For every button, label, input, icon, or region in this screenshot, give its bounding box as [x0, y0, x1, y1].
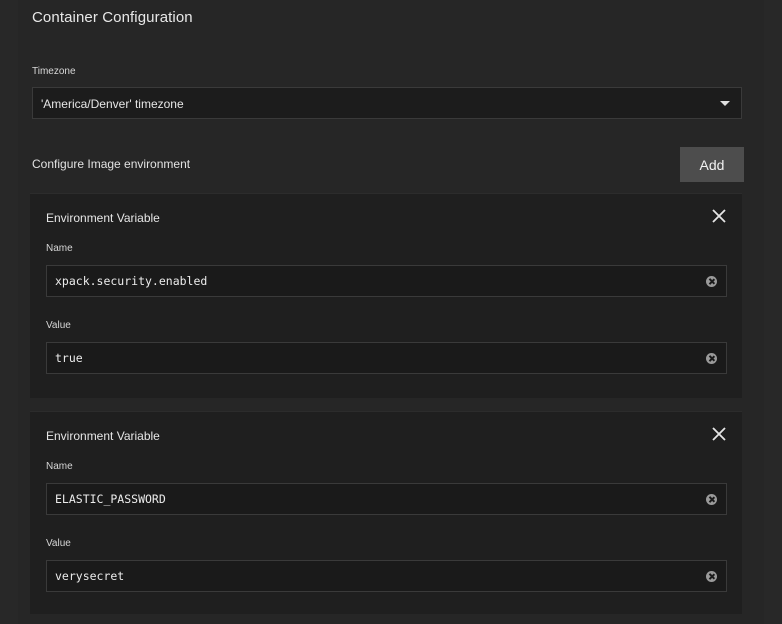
env-value-field[interactable] [46, 560, 727, 592]
clear-icon[interactable] [706, 494, 717, 505]
env-value-input[interactable] [47, 343, 687, 373]
clear-icon[interactable] [706, 353, 717, 364]
timezone-label: Timezone [32, 66, 76, 77]
timezone-select[interactable]: 'America/Denver' timezone [32, 87, 742, 119]
env-name-label: Name [46, 461, 73, 472]
close-icon[interactable] [710, 425, 728, 443]
env-value-field[interactable] [46, 342, 727, 374]
section-title: Container Configuration [32, 9, 193, 26]
env-var-card: Environment Variable Name Value [30, 193, 742, 398]
close-icon[interactable] [710, 207, 728, 225]
env-var-card-title: Environment Variable [46, 429, 160, 443]
env-value-input[interactable] [47, 561, 687, 591]
add-environment-button[interactable]: Add [680, 147, 744, 182]
env-name-field[interactable] [46, 483, 727, 515]
env-value-label: Value [46, 538, 71, 549]
environment-label: Configure Image environment [32, 157, 191, 171]
env-name-field[interactable] [46, 265, 727, 297]
env-name-input[interactable] [47, 266, 687, 296]
clear-icon[interactable] [706, 571, 717, 582]
chevron-down-icon[interactable] [720, 101, 730, 106]
env-name-label: Name [46, 243, 73, 254]
clear-icon[interactable] [706, 276, 717, 287]
env-name-input[interactable] [47, 484, 687, 514]
env-var-card-title: Environment Variable [46, 211, 160, 225]
env-var-card: Environment Variable Name Value [30, 411, 742, 614]
env-value-label: Value [46, 320, 71, 331]
timezone-selected-value: 'America/Denver' timezone [41, 97, 184, 111]
